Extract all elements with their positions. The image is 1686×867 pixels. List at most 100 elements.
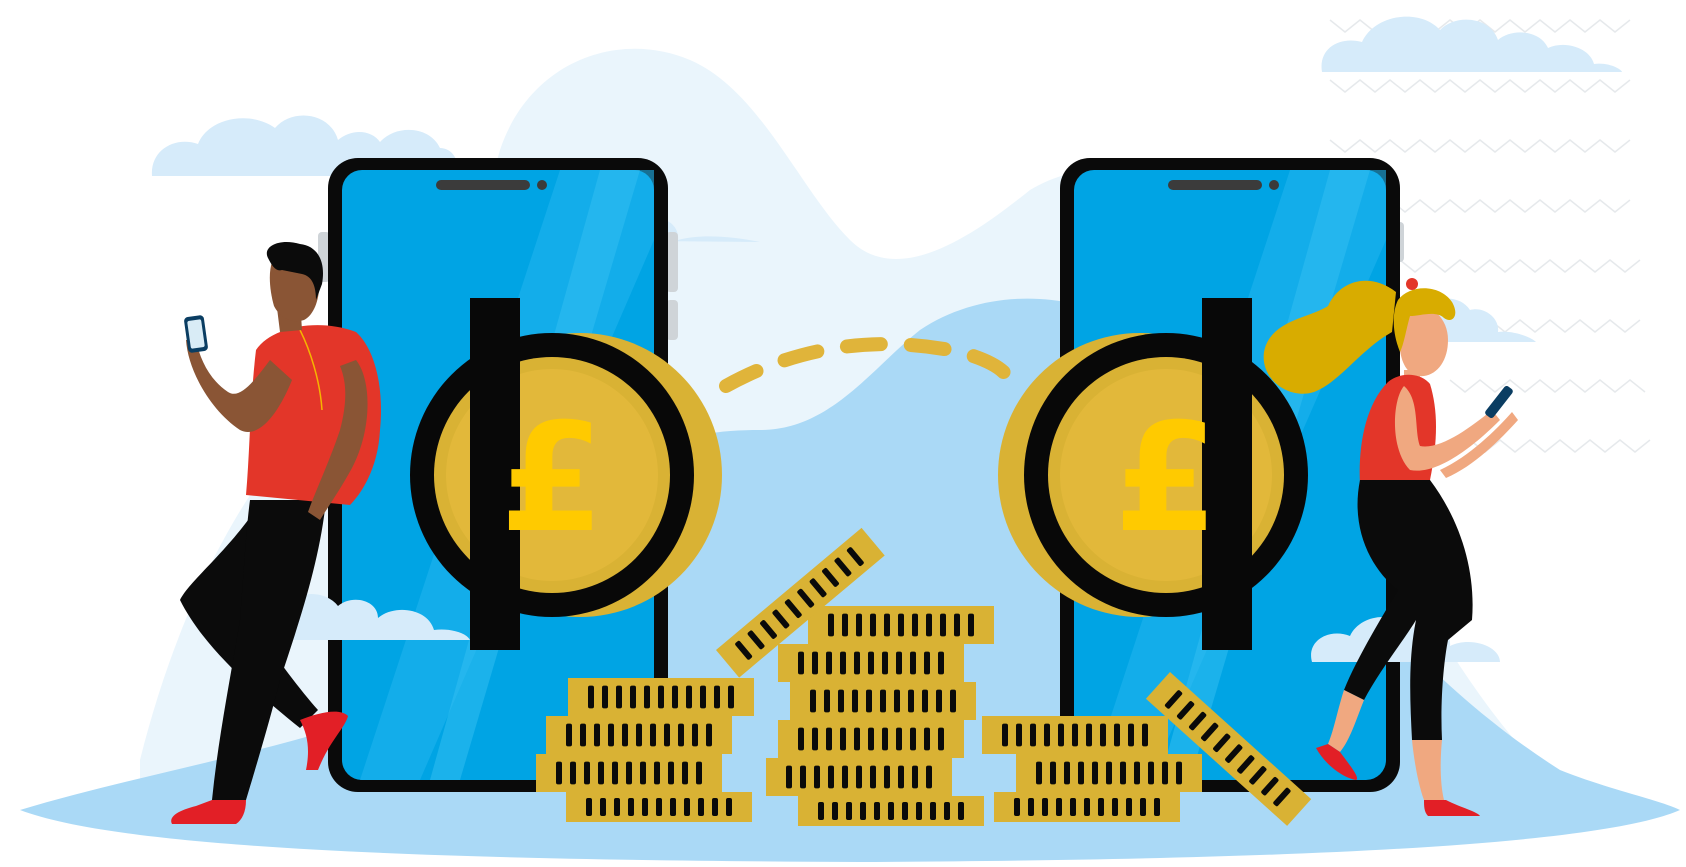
coin-ridge: [658, 685, 664, 709]
coin-ridge: [612, 761, 618, 785]
coin-ridge: [842, 613, 848, 637]
coin-ridge: [630, 685, 636, 709]
coin-ridge: [916, 802, 922, 820]
coin-ridge: [672, 685, 678, 709]
coin-ridge: [692, 723, 698, 747]
coin-ridge: [580, 723, 586, 747]
coin-ridge: [800, 765, 806, 789]
coin-ridge: [1120, 761, 1126, 785]
coin-ridge: [644, 685, 650, 709]
coin-ridge: [1092, 761, 1098, 785]
coin-ridge: [912, 613, 918, 637]
coin-ridge: [910, 727, 916, 751]
coin-ridge: [814, 765, 820, 789]
coin-ridge: [640, 761, 646, 785]
coin-ridge: [818, 802, 824, 820]
payment-transfer-illustration: £ £: [20, 16, 1680, 862]
coin-ridge: [868, 651, 874, 675]
coin-ridge: [728, 685, 734, 709]
coin-ridge: [838, 689, 844, 713]
coin-ridge: [614, 798, 620, 816]
coin-ridge: [944, 802, 950, 820]
coin-ridge: [1148, 761, 1154, 785]
coin-ridge: [922, 689, 928, 713]
coin-ridge: [866, 689, 872, 713]
coin-ridge: [654, 761, 660, 785]
coin-ridge: [714, 685, 720, 709]
coin-ridge: [888, 802, 894, 820]
coin-ridge: [616, 685, 622, 709]
coin-ridge: [894, 689, 900, 713]
coin-ridge: [698, 798, 704, 816]
coin-ridge: [930, 802, 936, 820]
coin-ridge: [870, 613, 876, 637]
coin-ridge: [1044, 723, 1050, 747]
coin-ridge: [896, 727, 902, 751]
coin-ridge: [968, 613, 974, 637]
coin-ridge: [924, 651, 930, 675]
coin-ridge: [608, 723, 614, 747]
coin-ridge: [588, 685, 594, 709]
coin-ridge: [896, 651, 902, 675]
coin-ridge: [908, 689, 914, 713]
coin-ridge: [1140, 798, 1146, 816]
coin-ridge: [700, 685, 706, 709]
coin-ridge: [1036, 761, 1042, 785]
coin-ridge: [854, 727, 860, 751]
coin-ridge: [856, 765, 862, 789]
coin-ridge: [626, 761, 632, 785]
coin-ridge: [602, 685, 608, 709]
coin-ridge: [810, 689, 816, 713]
coin-ridge: [1050, 761, 1056, 785]
coin-ridge: [642, 798, 648, 816]
coin-ridge: [898, 613, 904, 637]
coin-ridge: [910, 651, 916, 675]
coin-ridge: [884, 765, 890, 789]
coin-ridge: [840, 651, 846, 675]
coin-ridge: [936, 689, 942, 713]
coin-ridge: [1016, 723, 1022, 747]
coin-ridge: [1042, 798, 1048, 816]
coin-ridge: [636, 723, 642, 747]
coin-ridge: [902, 802, 908, 820]
coin-ridge: [1014, 798, 1020, 816]
coin-ridge: [684, 798, 690, 816]
coin-ridge: [938, 651, 944, 675]
coin-ridge: [812, 727, 818, 751]
coin-ridge: [622, 723, 628, 747]
coin-ridge: [950, 689, 956, 713]
coin-ridge: [664, 723, 670, 747]
coin-ridge: [882, 651, 888, 675]
coin-ridge: [1056, 798, 1062, 816]
coin-ridge: [926, 613, 932, 637]
coin-ridge: [1154, 798, 1160, 816]
coin-ridge: [628, 798, 634, 816]
coin-ridge: [840, 727, 846, 751]
coin-ridge: [1084, 798, 1090, 816]
coin-ridge: [594, 723, 600, 747]
coin-ridge: [856, 613, 862, 637]
coin-ridge: [832, 802, 838, 820]
coin-ridge: [842, 765, 848, 789]
coin-ridge: [1098, 798, 1104, 816]
coin-ridge: [656, 798, 662, 816]
coin-ridge: [1134, 761, 1140, 785]
coin-symbol-right: £: [1114, 392, 1218, 566]
coin-ridge: [1128, 723, 1134, 747]
coin-ridge: [1100, 723, 1106, 747]
coin-ridge: [958, 802, 964, 820]
coin-ridge: [938, 727, 944, 751]
coin-ridge: [1176, 761, 1182, 785]
coin-ridge: [1078, 761, 1084, 785]
coin-ridge: [726, 798, 732, 816]
coin-ridge: [824, 689, 830, 713]
coin-ridge: [924, 727, 930, 751]
coin-ridge: [566, 723, 572, 747]
coin-ridge: [868, 727, 874, 751]
coin-ridge: [598, 761, 604, 785]
coin-ridge: [880, 689, 886, 713]
coin-ridge: [828, 765, 834, 789]
coin-ridge: [860, 802, 866, 820]
coin-ridge: [786, 765, 792, 789]
coin-ridge: [678, 723, 684, 747]
